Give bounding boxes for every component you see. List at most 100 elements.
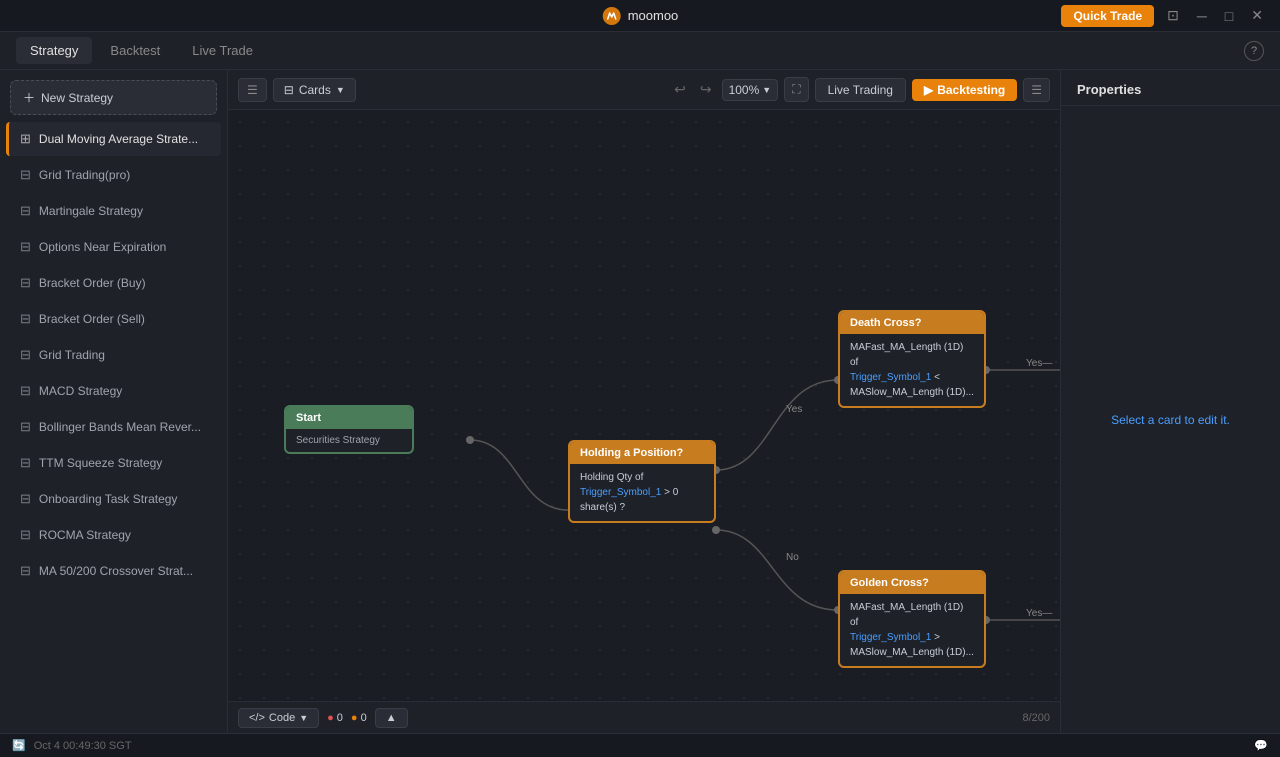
canvas-toolbar: ☰ ⊟ Cards ▼ ↩ ↪ 100% ▼ ⛶ Live Trading ▶ … [228, 70, 1060, 110]
start-node-header: Start [286, 407, 412, 429]
app-title: moomoo [628, 8, 679, 23]
new-strategy-button[interactable]: ＋ New Strategy [10, 80, 217, 115]
properties-panel: Properties Select a card to edit it. [1060, 70, 1280, 733]
canvas-area: ☰ ⊟ Cards ▼ ↩ ↪ 100% ▼ ⛶ Live Trading ▶ … [228, 70, 1060, 733]
golden-cross-body: MAFast_MA_Length (1D) of Trigger_Symbol_… [840, 594, 984, 666]
sidebar-item-ttm[interactable]: ⊟ TTM Squeeze Strategy [6, 446, 221, 480]
tab-backtest[interactable]: Backtest [96, 37, 174, 64]
titlebar-center: moomoo [602, 6, 679, 26]
properties-empty: Select a card to edit it. [1061, 106, 1280, 733]
sidebar-item-martingale[interactable]: ⊟ Martingale Strategy [6, 194, 221, 228]
redo-button[interactable]: ↪ [696, 79, 716, 100]
strategy-icon: ⊟ [20, 419, 31, 435]
bottom-toolbar: </> Code ▼ ● 0 ● 0 ▲ 8/200 [228, 701, 1060, 733]
backtesting-button[interactable]: ▶ Backtesting [912, 79, 1017, 101]
layout-toggle-button[interactable]: ☰ [238, 78, 267, 102]
sidebar-item-macd[interactable]: ⊟ MACD Strategy [6, 374, 221, 408]
sidebar: ＋ New Strategy ⊞ Dual Moving Average Str… [0, 70, 228, 733]
error-orange-badge: ● 0 [351, 712, 367, 724]
statusbar: 🔄 Oct 4 00:49:30 SGT 💬 [0, 733, 1280, 757]
strategy-icon: ⊟ [20, 167, 31, 183]
expand-button[interactable]: ▲ [375, 708, 408, 728]
strategy-icon: ⊟ [20, 455, 31, 471]
fullscreen-button[interactable]: ⛶ [784, 77, 808, 102]
golden-cross-header: Golden Cross? [840, 572, 984, 594]
strategy-icon: ⊟ [20, 311, 31, 327]
strategy-icon: ⊟ [20, 203, 31, 219]
death-cross-body: MAFast_MA_Length (1D) of Trigger_Symbol_… [840, 334, 984, 406]
no-label: No [786, 552, 799, 563]
holding-node-body: Holding Qty of Trigger_Symbol_1 > 0 shar… [570, 464, 714, 521]
strategy-icon: ⊟ [20, 383, 31, 399]
datetime: Oct 4 00:49:30 SGT [34, 740, 132, 752]
yes-label-top: Yes [786, 404, 802, 415]
statusbar-right: 💬 [1254, 739, 1268, 752]
tabbar: Strategy Backtest Live Trade ? [0, 32, 1280, 70]
holding-node-header: Holding a Position? [570, 442, 714, 464]
save-icon-button[interactable]: ⊡ [1162, 5, 1184, 26]
sidebar-item-grid[interactable]: ⊟ Grid Trading [6, 338, 221, 372]
undo-button[interactable]: ↩ [670, 79, 690, 100]
chevron-down-icon: ▼ [762, 85, 771, 95]
sidebar-item-grid-pro[interactable]: ⊟ Grid Trading(pro) [6, 158, 221, 192]
sidebar-item-options-expiry[interactable]: ⊟ Options Near Expiration [6, 230, 221, 264]
strategy-icon: ⊟ [20, 347, 31, 363]
strategy-icon: ⊟ [20, 491, 31, 507]
close-button[interactable]: ✕ [1246, 5, 1268, 26]
plus-icon: ＋ [23, 89, 35, 106]
play-icon: ▶ [924, 83, 933, 97]
error-red-badge: ● 0 [327, 712, 343, 724]
note-button[interactable]: ☰ [1023, 78, 1050, 102]
sidebar-item-bracket-buy[interactable]: ⊟ Bracket Order (Buy) [6, 266, 221, 300]
holding-node[interactable]: Holding a Position? Holding Qty of Trigg… [568, 440, 716, 523]
sidebar-item-dual-ma[interactable]: ⊞ Dual Moving Average Strate... [6, 122, 221, 156]
toolbar-center: ↩ ↪ 100% ▼ ⛶ Live Trading ▶ Backtesting … [670, 77, 1050, 102]
titlebar-right: Quick Trade ⊡ ─ □ ✕ [1061, 5, 1268, 27]
sync-icon: 🔄 [12, 739, 26, 752]
tab-strategy[interactable]: Strategy [16, 37, 92, 64]
error-red-icon: ● [327, 712, 334, 724]
page-count: 8/200 [1022, 712, 1050, 724]
holding-symbol-link[interactable]: Trigger_Symbol_1 [580, 487, 661, 498]
cards-button[interactable]: ⊟ Cards ▼ [273, 78, 356, 102]
strategy-icon: ⊟ [20, 275, 31, 291]
yes-label-golden: Yes— [1026, 608, 1052, 619]
strategy-icon: ⊞ [20, 131, 31, 147]
moomoo-logo-icon [602, 6, 622, 26]
properties-header: Properties [1061, 70, 1280, 106]
sidebar-item-bollinger[interactable]: ⊟ Bollinger Bands Mean Rever... [6, 410, 221, 444]
quick-trade-button[interactable]: Quick Trade [1061, 5, 1154, 27]
strategy-icon: ⊟ [20, 239, 31, 255]
sidebar-item-rocma[interactable]: ⊟ ROCMA Strategy [6, 518, 221, 552]
live-trading-button[interactable]: Live Trading [815, 78, 906, 102]
chevron-down-icon: ▼ [336, 85, 345, 95]
chevron-down-icon: ▼ [299, 713, 308, 723]
death-symbol-link[interactable]: Trigger_Symbol_1 [850, 372, 931, 383]
tab-live-trade[interactable]: Live Trade [178, 37, 267, 64]
strategy-icon: ⊟ [20, 563, 31, 579]
error-orange-icon: ● [351, 712, 358, 724]
zoom-control[interactable]: 100% ▼ [722, 79, 779, 101]
minimize-button[interactable]: ─ [1192, 6, 1212, 26]
cards-icon: ⊟ [284, 83, 294, 97]
layout-icon: ☰ [247, 83, 258, 97]
strategy-icon: ⊟ [20, 527, 31, 543]
help-icon[interactable]: ? [1244, 41, 1264, 61]
sidebar-item-bracket-sell[interactable]: ⊟ Bracket Order (Sell) [6, 302, 221, 336]
maximize-button[interactable]: □ [1220, 6, 1238, 26]
code-icon: </> [249, 712, 265, 724]
flow-canvas[interactable]: Yes No Yes— Yes— Start Securities Strate… [228, 110, 1060, 701]
sidebar-item-ma50[interactable]: ⊟ MA 50/200 Crossover Strat... [6, 554, 221, 588]
golden-symbol-link[interactable]: Trigger_Symbol_1 [850, 632, 931, 643]
yes-label-death: Yes— [1026, 358, 1052, 369]
main-layout: ＋ New Strategy ⊞ Dual Moving Average Str… [0, 70, 1280, 733]
sidebar-item-onboarding[interactable]: ⊟ Onboarding Task Strategy [6, 482, 221, 516]
start-node-body: Securities Strategy [286, 429, 412, 452]
code-button[interactable]: </> Code ▼ [238, 708, 319, 728]
start-node[interactable]: Start Securities Strategy [284, 405, 414, 454]
death-cross-header: Death Cross? [840, 312, 984, 334]
golden-cross-node[interactable]: Golden Cross? MAFast_MA_Length (1D) of T… [838, 570, 986, 668]
titlebar: moomoo Quick Trade ⊡ ─ □ ✕ [0, 0, 1280, 32]
chat-icon[interactable]: 💬 [1254, 739, 1268, 752]
death-cross-node[interactable]: Death Cross? MAFast_MA_Length (1D) of Tr… [838, 310, 986, 408]
